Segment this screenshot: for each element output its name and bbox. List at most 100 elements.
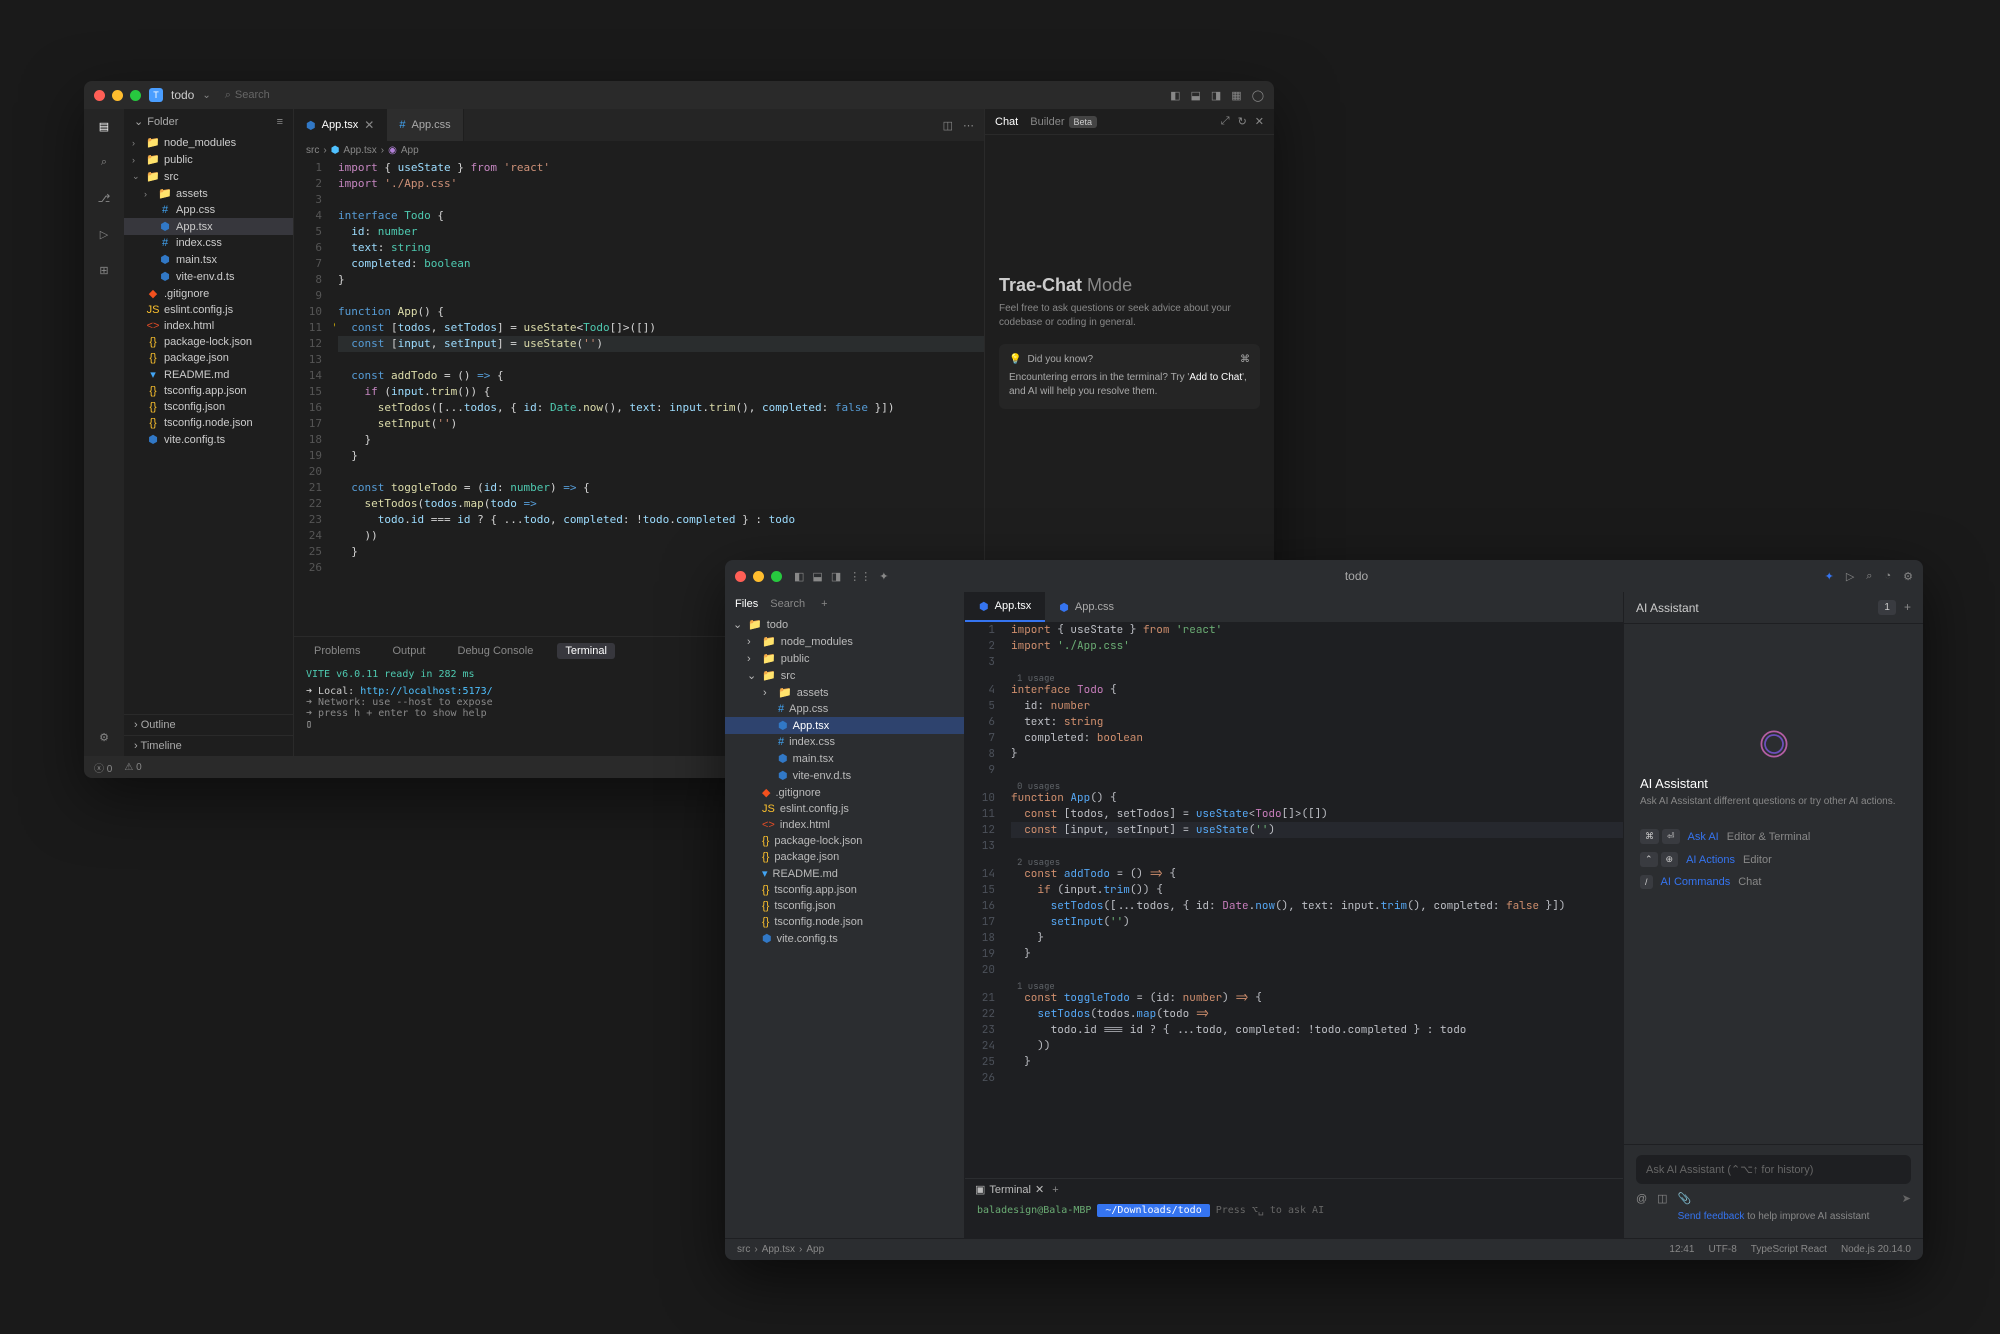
tree-item-main-tsx[interactable]: ⬢main.tsx <box>725 750 964 767</box>
tree-item-main-tsx[interactable]: ⬢main.tsx <box>124 251 293 268</box>
send-icon[interactable]: ➤ <box>1902 1192 1911 1205</box>
minimize-icon[interactable] <box>753 571 764 582</box>
status-errors[interactable]: ⓧ 0 <box>94 760 112 775</box>
tree-item-README-md[interactable]: ▾README.md <box>124 366 293 383</box>
tree-item-vite-env-d-ts[interactable]: ⬢vite-env.d.ts <box>124 268 293 285</box>
panel-tab-output[interactable]: Output <box>384 643 433 659</box>
breadcrumb[interactable]: src› ⬢App.tsx› ◉App <box>294 141 984 160</box>
tree-item-src[interactable]: ⌄📁src <box>124 168 293 185</box>
tree-item-App-tsx[interactable]: ⬢App.tsx <box>124 218 293 235</box>
tree-item-tsconfig-node-json[interactable]: {}tsconfig.node.json <box>124 415 293 431</box>
tree-item-tsconfig-json[interactable]: {}tsconfig.json <box>124 399 293 415</box>
bc-2[interactable]: App <box>806 1244 824 1255</box>
status-encoding[interactable]: UTF-8 <box>1708 1244 1736 1255</box>
tab-builder[interactable]: BuilderBeta <box>1030 116 1097 128</box>
run-icon[interactable]: ▷ <box>1846 570 1854 583</box>
notifications-icon[interactable]: ◔ <box>1884 570 1891 582</box>
tree-item-public[interactable]: ›📁public <box>124 151 293 168</box>
tree-item-index-css[interactable]: #index.css <box>725 734 964 750</box>
tree-item-tsconfig-node-json[interactable]: {}tsconfig.node.json <box>725 914 964 930</box>
more-icon[interactable]: ⋯ <box>963 119 974 132</box>
panel-left-icon[interactable]: ◧ <box>794 570 804 583</box>
tree-item-tsconfig-json[interactable]: {}tsconfig.json <box>725 898 964 914</box>
tab-App-css[interactable]: #App.css <box>387 109 463 141</box>
maximize-icon[interactable] <box>130 90 141 101</box>
tree-item--gitignore[interactable]: ◆.gitignore <box>124 285 293 302</box>
tree-item-todo[interactable]: ⌄📁todo <box>725 616 964 633</box>
tab-App-tsx[interactable]: ⬢App.tsx <box>965 592 1045 622</box>
tree-item-App-css[interactable]: #App.css <box>725 701 964 717</box>
settings-icon[interactable]: ⚙ <box>95 728 113 746</box>
tab-files[interactable]: Files <box>735 598 758 610</box>
tree-item-vite-env-d-ts[interactable]: ⬢vite-env.d.ts <box>725 767 964 784</box>
tab-chat[interactable]: Chat <box>995 116 1018 128</box>
feedback-link[interactable]: Send feedback <box>1678 1211 1745 1222</box>
tree-item-node_modules[interactable]: ›📁node_modules <box>725 633 964 650</box>
code-editor[interactable]: 1234567891011121314151617181920212223242… <box>965 622 1623 1178</box>
sidebar-header[interactable]: ⌄ Folder ≡ <box>124 109 293 134</box>
timeline-section[interactable]: › Timeline <box>124 735 293 756</box>
panel-right-icon[interactable]: ◨ <box>831 570 841 583</box>
tree-item-package-lock-json[interactable]: {}package-lock.json <box>725 833 964 849</box>
panel-bottom-icon[interactable]: ⬓ <box>812 570 822 583</box>
panel-tab-debug-console[interactable]: Debug Console <box>450 643 542 659</box>
history-icon[interactable]: ↻ <box>1238 115 1247 128</box>
ai-action[interactable]: /AI Commands Chat <box>1640 871 1907 893</box>
status-lang[interactable]: TypeScript React <box>1751 1244 1827 1255</box>
tab-App-tsx[interactable]: ⬢App.tsx✕ <box>294 109 387 141</box>
tree-item-package-json[interactable]: {}package.json <box>124 350 293 366</box>
chevron-down-icon[interactable]: ⌄ <box>202 90 210 101</box>
add-terminal-icon[interactable]: + <box>1052 1184 1058 1196</box>
tree-item-eslint-config-js[interactable]: JSeslint.config.js <box>124 302 293 318</box>
tree-item-index-css[interactable]: #index.css <box>124 235 293 251</box>
expand-icon[interactable]: ⤢ <box>1221 115 1230 128</box>
bc-0[interactable]: src <box>737 1244 750 1255</box>
tree-item-package-lock-json[interactable]: {}package-lock.json <box>124 334 293 350</box>
terminal-tab[interactable]: ▣ Terminal ✕ <box>975 1183 1044 1196</box>
search-icon[interactable]: ⌕ <box>1866 570 1872 583</box>
run-debug-icon[interactable]: ▷ <box>95 225 113 243</box>
split-editor-icon[interactable]: ◫ <box>943 119 953 132</box>
tree-item-App-tsx[interactable]: ⬢App.tsx <box>725 717 964 734</box>
ai-action[interactable]: ⌘⏎Ask AI Editor & Terminal <box>1640 825 1907 848</box>
minimize-icon[interactable] <box>112 90 123 101</box>
tree-item-tsconfig-app-json[interactable]: {}tsconfig.app.json <box>124 383 293 399</box>
add-icon[interactable]: + <box>1904 600 1911 615</box>
tree-item-node_modules[interactable]: ›📁node_modules <box>124 134 293 151</box>
tree-item-App-css[interactable]: #App.css <box>124 202 293 218</box>
close-icon[interactable]: ✕ <box>364 118 374 132</box>
account-icon[interactable]: ◯ <box>1252 89 1264 102</box>
panel-bottom-icon[interactable]: ⬓ <box>1190 89 1200 102</box>
panel-tab-terminal[interactable]: Terminal <box>557 643 615 659</box>
tab-App-css[interactable]: ⬢App.css <box>1045 592 1128 622</box>
tree-item-README-md[interactable]: ▾README.md <box>725 865 964 882</box>
at-icon[interactable]: @ <box>1636 1193 1647 1205</box>
source-control-icon[interactable]: ⎇ <box>95 189 113 207</box>
status-node[interactable]: Node.js 20.14.0 <box>1841 1244 1911 1255</box>
tree-item-vite-config-ts[interactable]: ⬢vite.config.ts <box>124 431 293 448</box>
tree-item-tsconfig-app-json[interactable]: {}tsconfig.app.json <box>725 882 964 898</box>
panel-tab-problems[interactable]: Problems <box>306 643 368 659</box>
search-icon[interactable]: ⌕ <box>95 153 113 171</box>
bc-1[interactable]: App.tsx <box>762 1244 795 1255</box>
search-bar[interactable]: ⌕ Search <box>225 89 270 102</box>
tree-item-package-json[interactable]: {}package.json <box>725 849 964 865</box>
add-icon[interactable]: ✦ <box>879 570 888 583</box>
tree-item-vite-config-ts[interactable]: ⬢vite.config.ts <box>725 930 964 947</box>
more-icon[interactable]: ⋮⋮ <box>849 570 871 583</box>
close-icon[interactable] <box>94 90 105 101</box>
code-icon[interactable]: ◫ <box>1657 1192 1667 1205</box>
ai-action[interactable]: ⌃⊕AI Actions Editor <box>1640 848 1907 871</box>
settings-icon[interactable]: ⚙ <box>1903 570 1913 583</box>
attach-icon[interactable]: 📎 <box>1678 1192 1692 1205</box>
ai-icon[interactable]: ✦ <box>1825 570 1834 583</box>
panel-left-icon[interactable]: ◧ <box>1170 89 1180 102</box>
status-warnings[interactable]: ⚠ 0 <box>124 762 141 773</box>
explorer-icon[interactable]: ▤ <box>95 117 113 135</box>
close-icon[interactable] <box>735 571 746 582</box>
tab-search[interactable]: Search <box>770 598 805 610</box>
tree-item-assets[interactable]: ›📁assets <box>725 684 964 701</box>
layout-icon[interactable]: ▦ <box>1231 89 1241 102</box>
maximize-icon[interactable] <box>771 571 782 582</box>
close-icon[interactable]: ✕ <box>1255 115 1264 128</box>
